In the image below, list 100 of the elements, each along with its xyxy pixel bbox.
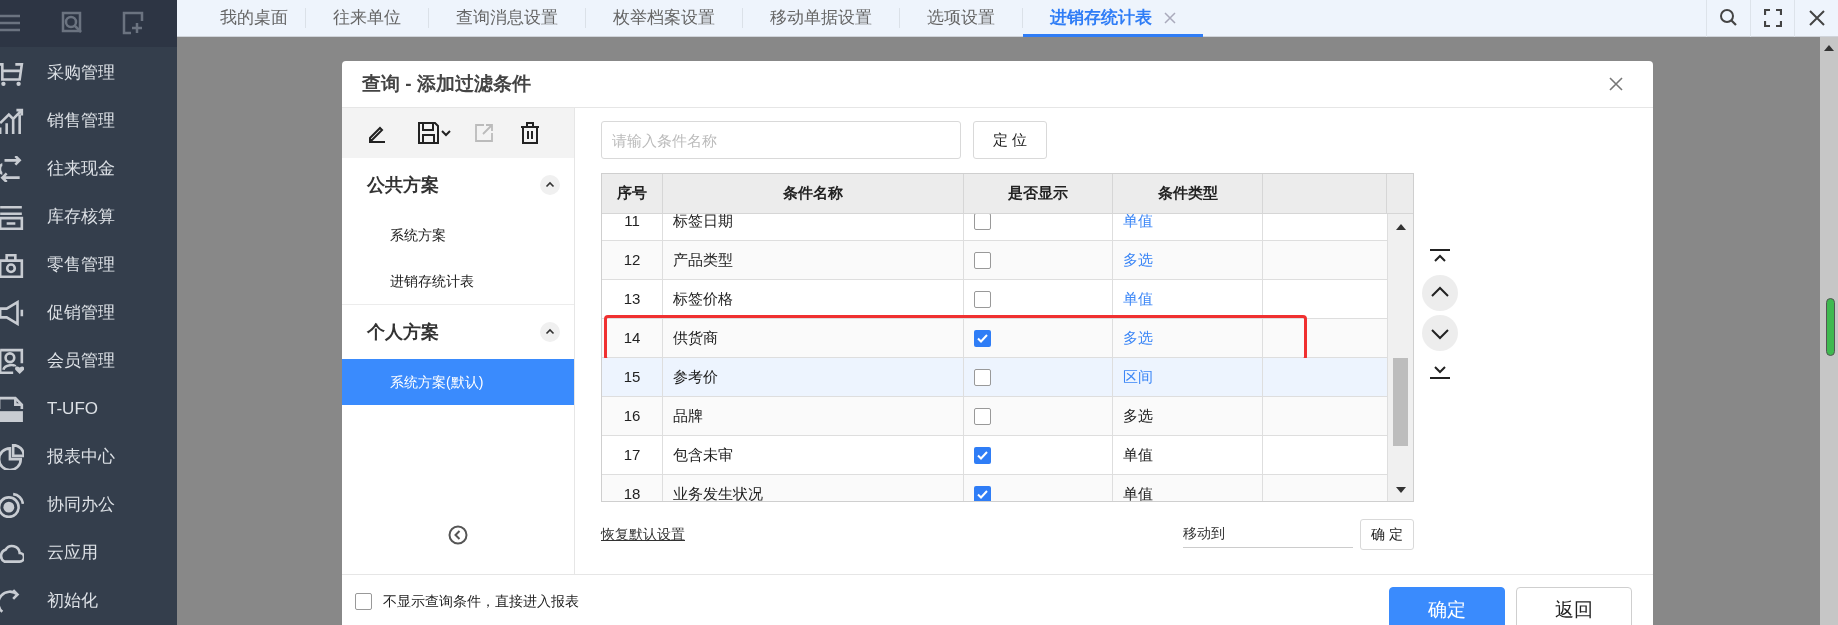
row-number: 18 xyxy=(623,483,641,501)
menu-icon[interactable] xyxy=(0,14,22,32)
checkmark-icon xyxy=(977,333,988,343)
delete-icon[interactable] xyxy=(520,122,540,144)
checkbox[interactable] xyxy=(355,593,372,610)
tab[interactable]: 枚举档案设置 xyxy=(586,0,742,37)
checkbox[interactable] xyxy=(974,485,991,501)
group-title: 个人方案 xyxy=(367,320,439,344)
group-title: 公共方案 xyxy=(367,173,439,197)
checkbox[interactable] xyxy=(974,446,991,464)
file-icon[interactable] xyxy=(0,396,24,422)
move-down-icon[interactable] xyxy=(1422,315,1458,351)
scroll-thumb[interactable] xyxy=(1393,358,1408,446)
table-cell-text: 品牌 xyxy=(673,405,703,426)
cart-icon[interactable] xyxy=(0,60,24,86)
move-bottom-icon[interactable] xyxy=(1429,365,1451,379)
checkbox[interactable] xyxy=(974,368,991,386)
move-to-field[interactable]: 移动到 xyxy=(1183,521,1353,548)
save-icon[interactable] xyxy=(418,122,452,144)
bag-icon[interactable] xyxy=(0,252,24,278)
sidebar-item[interactable]: 采购管理 xyxy=(47,60,115,86)
move-top-icon[interactable] xyxy=(1429,249,1451,263)
checkbox-label: 不显示查询条件，直接进入报表 xyxy=(383,592,579,611)
type-link[interactable]: 单值 xyxy=(1123,287,1153,311)
tab[interactable]: 往来单位 xyxy=(306,0,428,37)
table-cell-text: 参考价 xyxy=(673,366,718,387)
scroll-thumb[interactable] xyxy=(1826,298,1835,356)
sidebar-item[interactable]: 会员管理 xyxy=(47,348,115,374)
tab[interactable]: 我的桌面 xyxy=(220,0,305,37)
add-icon[interactable] xyxy=(121,11,145,35)
chart-icon[interactable] xyxy=(0,108,24,134)
tab[interactable]: 选项设置 xyxy=(900,0,1022,37)
fullscreen-icon[interactable] xyxy=(1763,9,1782,27)
row-number: 12 xyxy=(623,249,641,270)
collapse-icon[interactable] xyxy=(540,322,560,342)
sidebar-item[interactable]: 促销管理 xyxy=(47,300,115,326)
locate-button[interactable]: 定 位 xyxy=(973,121,1047,159)
checkbox[interactable] xyxy=(974,407,991,425)
table-row[interactable]: 17 包含未审 单值 xyxy=(602,436,1387,475)
type-link[interactable]: 多选 xyxy=(1123,326,1153,350)
table-row[interactable]: 11 标签日期 单值 xyxy=(602,214,1387,241)
collapse-panel-icon[interactable] xyxy=(448,525,468,545)
sidebar-item[interactable]: 销售管理 xyxy=(47,108,115,134)
close-icon[interactable] xyxy=(1807,9,1826,27)
scrollbar[interactable] xyxy=(1820,37,1838,625)
tab[interactable]: 查询消息设置 xyxy=(429,0,585,37)
row-number: 14 xyxy=(623,327,641,348)
scroll-up-icon[interactable] xyxy=(1824,45,1834,51)
table-cell-text: 产品类型 xyxy=(673,249,733,270)
table-cell-text: 多选 xyxy=(1123,405,1153,426)
column-header[interactable]: 条件类型 xyxy=(1113,174,1263,213)
checkbox[interactable] xyxy=(974,214,991,230)
collapse-icon[interactable] xyxy=(540,175,560,195)
sidebar-item[interactable]: 往来现金 xyxy=(47,156,115,182)
scroll-up-icon[interactable] xyxy=(1396,224,1406,230)
table-row[interactable]: 18 业务发生状况 单值 xyxy=(602,475,1387,501)
table-cell-text: 标签价格 xyxy=(673,288,733,309)
column-header[interactable]: 序号 xyxy=(602,174,663,213)
pie-chart-icon[interactable] xyxy=(0,444,24,470)
sidebar-item[interactable]: 库存核算 xyxy=(47,204,115,230)
restore-default-link[interactable]: 恢复默认设置 xyxy=(601,524,685,545)
sidebar-item[interactable]: 报表中心 xyxy=(47,444,115,470)
table-row[interactable]: 15 参考价 区间 xyxy=(602,358,1387,397)
sidebar-item[interactable]: 初始化 xyxy=(47,588,98,614)
search-field[interactable]: 请输入条件名称 xyxy=(601,121,961,159)
scheme-item[interactable]: 系统方案 xyxy=(342,212,574,258)
tab[interactable]: 移动单据设置 xyxy=(743,0,899,37)
sidebar-item[interactable]: 云应用 xyxy=(47,540,98,566)
search-icon[interactable] xyxy=(1718,8,1739,28)
column-header[interactable]: 是否显示 xyxy=(964,174,1113,213)
back-button[interactable]: 返回 xyxy=(1516,587,1632,625)
export-icon xyxy=(474,123,494,143)
row-number: 13 xyxy=(623,288,641,309)
row-number: 15 xyxy=(623,366,641,387)
checkbox[interactable] xyxy=(974,329,991,347)
type-link[interactable]: 多选 xyxy=(1123,248,1153,272)
scrollbar[interactable] xyxy=(1387,214,1413,501)
table-row[interactable]: 13 标签价格 单值 xyxy=(602,280,1387,319)
table-row[interactable]: 12 产品类型 多选 xyxy=(602,241,1387,280)
sidebar-item[interactable]: T-UFO xyxy=(47,396,98,422)
sidebar-item[interactable]: 协同办公 xyxy=(47,492,115,518)
table-cell-text: 包含未审 xyxy=(673,444,733,465)
scheme-item[interactable]: 进销存统计表 xyxy=(342,258,574,304)
checkmark-icon xyxy=(977,450,988,460)
ring-icon[interactable] xyxy=(0,492,24,518)
arrows-icon[interactable] xyxy=(0,156,24,182)
drawer-icon[interactable] xyxy=(0,204,24,230)
scroll-down-icon[interactable] xyxy=(1396,487,1406,493)
row-number: 11 xyxy=(624,214,640,231)
column-header[interactable]: 条件名称 xyxy=(663,174,964,213)
checkbox[interactable] xyxy=(974,290,991,308)
member-icon[interactable] xyxy=(0,348,24,374)
confirm-button[interactable]: 确 定 xyxy=(1360,519,1414,550)
close-icon[interactable] xyxy=(1609,77,1623,91)
type-link[interactable]: 单值 xyxy=(1123,214,1153,233)
sidebar-item[interactable]: 零售管理 xyxy=(47,252,115,278)
table-row[interactable]: 16 品牌 多选 xyxy=(602,397,1387,436)
move-up-icon[interactable] xyxy=(1422,275,1458,311)
checkbox[interactable] xyxy=(974,251,991,269)
megaphone-icon[interactable] xyxy=(0,300,24,326)
